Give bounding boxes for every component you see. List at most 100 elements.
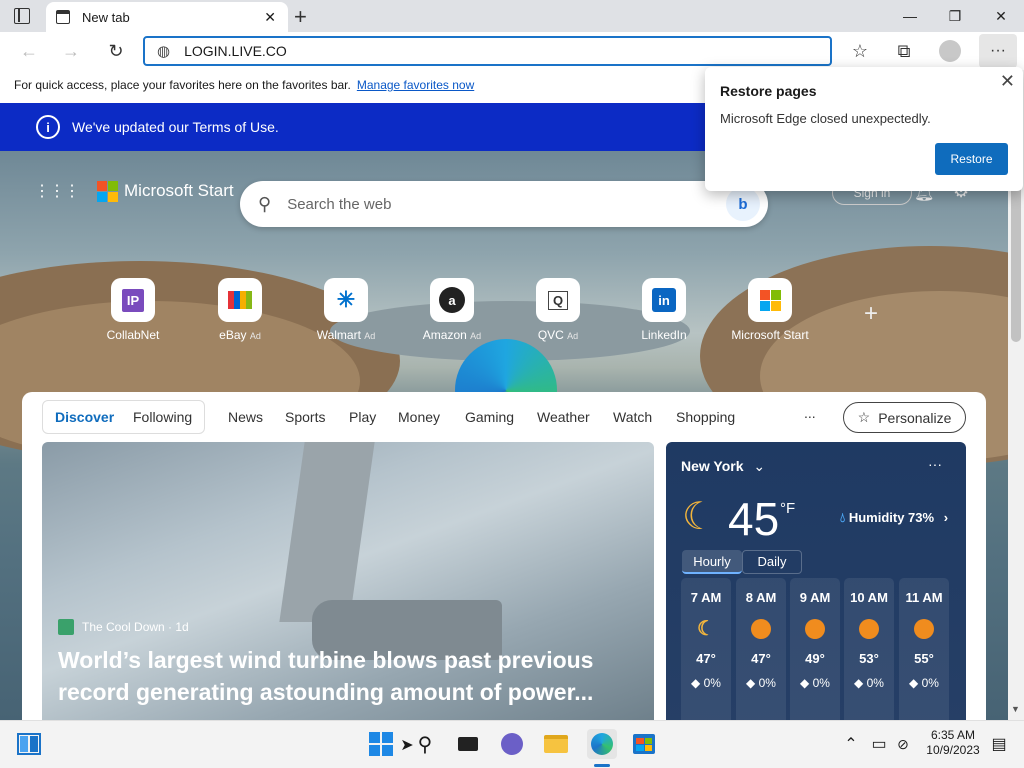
nav-money[interactable]: Money (398, 409, 440, 425)
featured-article[interactable]: The Cool Down · 1d World’s largest wind … (42, 442, 654, 732)
nav-news[interactable]: News (228, 409, 263, 425)
microsoft-logo-icon (97, 180, 118, 202)
nav-play[interactable]: Play (349, 409, 376, 425)
temp-unit: °F (780, 500, 796, 517)
favorites-star-icon[interactable]: ☆ (845, 36, 875, 66)
article-headline[interactable]: World’s largest wind turbine blows past … (58, 644, 638, 708)
search-box[interactable]: ⚲ Search the web b (240, 181, 768, 227)
chevron-down-icon[interactable]: ⌄ (753, 458, 765, 474)
address-bar[interactable]: ◍ LOGIN.LIVE.CO (143, 36, 832, 66)
walmart-spark-icon: ✳ (324, 278, 368, 322)
clock-date: 10/9/2023 (926, 743, 980, 757)
file-explorer-icon[interactable] (543, 731, 569, 757)
widgets-icon[interactable] (16, 731, 42, 757)
active-app-indicator (594, 764, 610, 767)
moon-icon: ☾ (682, 496, 717, 538)
close-window-button[interactable]: ✕ (978, 0, 1024, 32)
hour-column[interactable]: 8 AM 47° ◆ 0% (736, 578, 786, 728)
hour-column[interactable]: 10 AM 53° ◆ 0% (844, 578, 894, 728)
new-tab-icon (56, 10, 70, 24)
tab-daily[interactable]: Daily (742, 550, 802, 574)
quick-link-amazon[interactable]: a Amazon Ad (404, 278, 500, 342)
quick-link-ebay[interactable]: eBay Ad (192, 278, 288, 342)
weather-card[interactable]: New York ⌄ ··· ☾ 45 °F 💧︎ Humidity 73% ›… (666, 442, 966, 732)
restore-pages-popup: Restore pages Microsoft Edge closed unex… (705, 67, 1023, 191)
back-icon[interactable]: ← (14, 36, 44, 66)
tab-new-tab[interactable]: New tab ✕ (46, 2, 288, 32)
hour-column[interactable]: 7 AM ☾ 47° ◆ 0% (681, 578, 731, 728)
network-icon[interactable]: ⊘ (890, 731, 916, 757)
sun-icon (859, 619, 879, 639)
chat-icon[interactable] (499, 731, 525, 757)
tab-hourly[interactable]: Hourly (682, 550, 742, 574)
hour-column[interactable]: 9 AM 49° ◆ 0% (790, 578, 840, 728)
tab-title: New tab (82, 9, 130, 25)
quick-link-walmart[interactable]: ✳ Walmart Ad (298, 278, 394, 342)
quick-link-microsoft-start[interactable]: Microsoft Start (722, 278, 818, 342)
microsoft-start-brand[interactable]: ⋮⋮⋮ Microsoft Start (34, 178, 234, 204)
apps-grid-icon[interactable]: ⋮⋮⋮ (34, 181, 80, 201)
personalize-button[interactable]: ☆ Personalize (843, 402, 966, 433)
hour-column[interactable]: 11 AM 55° ◆ 0% (899, 578, 949, 728)
source-logo-icon (58, 619, 74, 635)
minimize-button[interactable]: — (887, 0, 933, 32)
chevron-right-icon[interactable]: › (944, 510, 948, 525)
sparkle-icon: ☆ (857, 409, 871, 425)
raindrop-icon: ◆ (800, 676, 810, 690)
quick-link-collabnet[interactable]: IP CollabNet (85, 278, 181, 342)
address-text: LOGIN.LIVE.CO (184, 43, 287, 59)
profile-avatar[interactable] (935, 36, 965, 66)
nav-weather[interactable]: Weather (537, 409, 590, 425)
raindrop-icon: ◆ (691, 676, 701, 690)
weather-city[interactable]: New York (681, 458, 744, 474)
weather-more-icon[interactable]: ··· (928, 456, 942, 472)
display-icon[interactable]: ▭ (866, 731, 892, 757)
nav-watch[interactable]: Watch (613, 409, 652, 425)
scroll-down-icon[interactable]: ▼ (1011, 704, 1020, 714)
new-tab-button[interactable]: + (294, 4, 307, 30)
clock-time: 6:35 AM (930, 728, 976, 742)
nav-shopping[interactable]: Shopping (676, 409, 735, 425)
tab-following[interactable]: Following (133, 409, 192, 425)
add-quick-link-icon[interactable]: + (864, 300, 878, 328)
close-tab-icon[interactable]: ✕ (264, 9, 276, 26)
refresh-icon[interactable]: ↻ (101, 36, 131, 66)
sun-icon (805, 619, 825, 639)
moon-icon: ☾ (697, 618, 715, 640)
search-input[interactable]: Search the web (287, 196, 391, 213)
start-icon[interactable] (368, 731, 394, 757)
microsoft-logo-icon (748, 278, 792, 322)
restore-button[interactable]: Restore (935, 143, 1008, 175)
globe-icon: ◍ (157, 43, 171, 60)
linkedin-icon: in (642, 278, 686, 322)
info-icon: i (36, 115, 60, 139)
nav-more-icon[interactable]: ... (804, 405, 816, 421)
search-icon[interactable]: ⚲ (412, 731, 438, 757)
restore-window-button[interactable]: ❐ (932, 0, 978, 32)
article-source: The Cool Down · 1d (82, 620, 189, 634)
raindrop-icon: ◆ (854, 676, 864, 690)
restore-title: Restore pages (720, 83, 817, 99)
tab-actions-icon[interactable] (14, 8, 30, 24)
settings-more-icon[interactable]: ··· (979, 34, 1017, 68)
bing-chat-icon[interactable]: b (726, 187, 760, 221)
notification-center-icon[interactable]: ▤ (986, 731, 1012, 757)
sun-icon (751, 619, 771, 639)
manage-favorites-link[interactable]: Manage favorites now (357, 78, 474, 92)
close-icon[interactable]: ✕ (1000, 71, 1015, 92)
store-icon[interactable] (631, 731, 657, 757)
task-view-icon[interactable] (455, 731, 481, 757)
humidity-text: Humidity 73% (848, 510, 935, 525)
raindrop-icon: ◆ (746, 676, 756, 690)
nav-gaming[interactable]: Gaming (465, 409, 514, 425)
edge-icon[interactable] (587, 729, 617, 759)
chevron-up-icon[interactable]: ⌃ (838, 731, 864, 757)
quick-link-linkedin[interactable]: in LinkedIn (616, 278, 712, 342)
quick-link-qvc[interactable]: Q QVC Ad (510, 278, 606, 342)
forward-icon[interactable]: → (56, 36, 86, 66)
collections-icon[interactable]: ⧉ (889, 36, 919, 66)
clock[interactable]: 6:35 AM 10/9/2023 (922, 728, 984, 758)
collabnet-icon: IP (111, 278, 155, 322)
nav-sports[interactable]: Sports (285, 409, 325, 425)
tab-discover[interactable]: Discover (55, 409, 114, 425)
